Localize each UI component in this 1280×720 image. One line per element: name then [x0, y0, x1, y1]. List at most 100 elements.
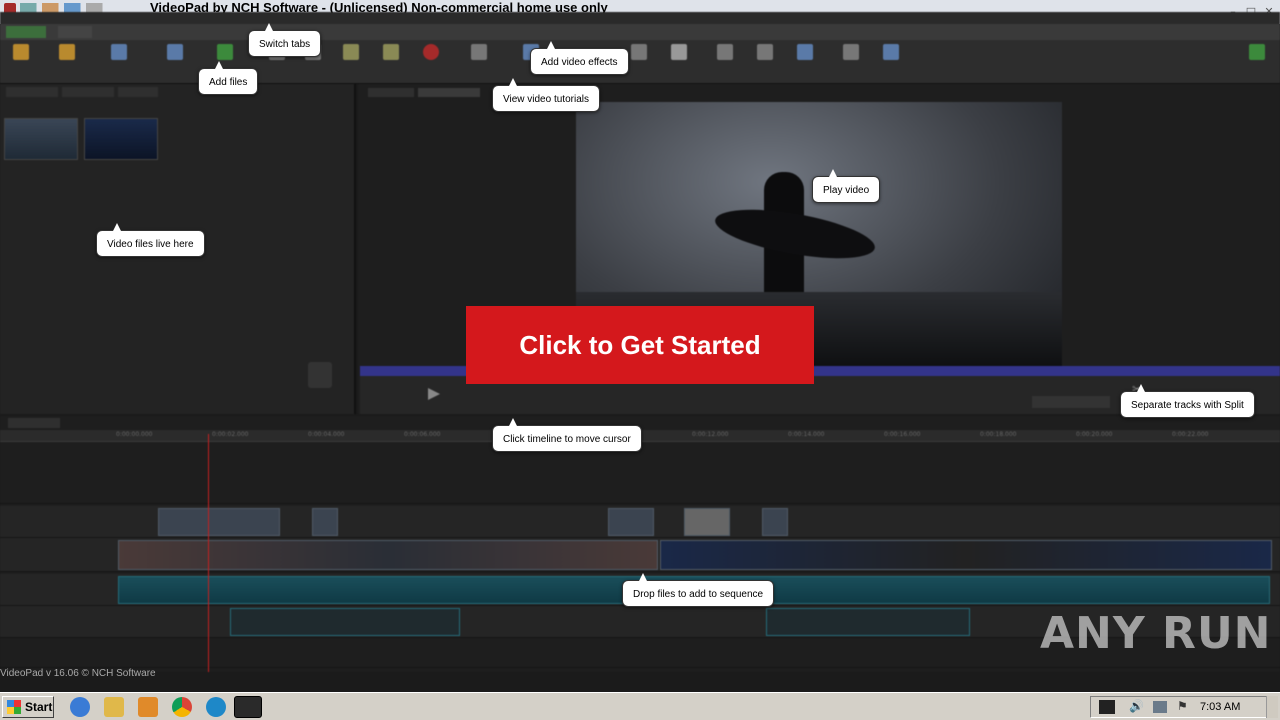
sequence-tab[interactable] [8, 418, 60, 428]
trim-icon [717, 44, 733, 60]
app-subtitle-bar [0, 12, 1280, 24]
add-narration-button[interactable] [460, 44, 498, 82]
toolbar-ribbon [0, 40, 1280, 84]
tooltip-view-video-tutorials: View video tutorials [492, 78, 600, 112]
ruler-tick: 0:00:12.000 [692, 431, 729, 438]
record-icon [423, 44, 439, 60]
tab-video-files[interactable] [6, 87, 58, 97]
media-thumbnail-1[interactable] [4, 118, 78, 160]
tab-effects[interactable] [176, 26, 206, 38]
cart-icon [883, 44, 899, 60]
record-button[interactable] [412, 44, 450, 82]
volume-icon[interactable]: 🔊 [1129, 699, 1145, 715]
folder-icon [13, 44, 29, 60]
tab-audio-files[interactable] [62, 87, 114, 97]
text-icon [343, 44, 359, 60]
tooltip-add-video-effects: Add video effects [530, 41, 629, 75]
ruler-tick: 0:00:18.000 [980, 431, 1017, 438]
ruler-tick: 0:00:02.000 [212, 431, 249, 438]
edge-icon[interactable] [206, 697, 226, 717]
tooltip-drop-files: Drop files to add to sequence [622, 573, 775, 607]
ruler-tick: 0:00:16.000 [884, 431, 921, 438]
save-project-button[interactable] [100, 44, 138, 82]
sequence-preview-tab[interactable] [418, 88, 480, 97]
export-video-button[interactable] [156, 44, 194, 82]
tab-sequence[interactable] [134, 26, 168, 38]
suite-icon [1249, 44, 1265, 60]
export-icon [167, 44, 183, 60]
ruler-tick: 0:00:00.000 [116, 431, 153, 438]
save-icon [111, 44, 127, 60]
video-clip[interactable] [762, 508, 788, 536]
ruler-tick: 0:00:06.000 [404, 431, 441, 438]
tooltip-switch-tabs: Switch tabs [248, 23, 322, 57]
add-files-icon [217, 44, 233, 60]
tooltip-separate-tracks: Separate tracks with Split [1120, 384, 1255, 418]
tab-audio[interactable] [218, 26, 242, 38]
add-title-button[interactable] [372, 44, 410, 82]
clip-preview-tab[interactable] [368, 88, 414, 97]
transition-button[interactable] [660, 44, 698, 82]
flag-icon[interactable]: ⚑ [1177, 699, 1191, 715]
open-button[interactable] [2, 44, 40, 82]
explorer-icon[interactable] [104, 697, 124, 717]
start-button[interactable]: Start [2, 696, 54, 718]
ruler-tick: 0:00:04.000 [308, 431, 345, 438]
ie-icon[interactable] [70, 697, 90, 717]
video-clip[interactable] [660, 540, 1272, 570]
tooltip-play-video: Play video [812, 169, 881, 203]
windows-logo-icon [7, 700, 21, 714]
title-icon [383, 44, 399, 60]
audio-clip[interactable] [766, 608, 970, 636]
clock: 7:03 AM [1200, 701, 1241, 713]
tab-images[interactable] [118, 87, 158, 97]
tab-home[interactable] [58, 26, 92, 38]
tooltip-video-files-live-here: Video files live here [96, 223, 205, 257]
video-clip[interactable] [684, 508, 730, 536]
ruler-tick: 0:00:20.000 [1076, 431, 1113, 438]
ruler-tick: 0:00:14.000 [788, 431, 825, 438]
play-button[interactable] [428, 388, 440, 400]
transition-icon [671, 44, 687, 60]
subtitles-button[interactable] [786, 44, 824, 82]
timeline-cursor[interactable] [208, 434, 209, 672]
video-clip[interactable] [158, 508, 280, 536]
overlay-drop-zone[interactable] [0, 444, 1280, 504]
templates-icon [59, 44, 75, 60]
video-clip[interactable] [118, 540, 658, 570]
video-track-1[interactable] [0, 538, 1280, 572]
audio-effects-icon [631, 44, 647, 60]
media-icon[interactable] [138, 697, 158, 717]
buy-online-button[interactable] [872, 44, 910, 82]
taskbar: Start 🔊 ⚑ 7:03 AM [0, 692, 1280, 720]
start-label: Start [25, 700, 53, 714]
video-clip[interactable] [312, 508, 338, 536]
camera-icon [308, 362, 332, 388]
add-text-button[interactable] [332, 44, 370, 82]
ruler-tick: 0:00:22.000 [1172, 431, 1209, 438]
tooltip-click-timeline: Click timeline to move cursor [492, 418, 642, 452]
templates-button[interactable] [48, 44, 86, 82]
audio-clip[interactable] [230, 608, 460, 636]
menu-bar [0, 24, 1280, 40]
network-icon[interactable] [1153, 701, 1167, 713]
tray-app-icon[interactable] [1099, 700, 1115, 714]
trim-button[interactable] [706, 44, 744, 82]
show-desktop-button[interactable] [1266, 696, 1278, 718]
videopad-icon[interactable] [234, 696, 262, 718]
tab-clips[interactable] [104, 26, 124, 38]
tooltip-add-files: Add files [198, 61, 259, 95]
chrome-icon[interactable] [172, 697, 192, 717]
anyrun-watermark: ANY RUN [1040, 608, 1272, 659]
get-started-button[interactable]: Click to Get Started [466, 306, 814, 384]
video-track-2[interactable] [0, 506, 1280, 538]
delete-button[interactable] [746, 44, 784, 82]
options-button[interactable] [832, 44, 870, 82]
subtitles-icon [797, 44, 813, 60]
menu-button[interactable] [6, 26, 46, 38]
aspect-ratio-select[interactable] [1032, 396, 1110, 408]
media-thumbnail-2[interactable] [84, 118, 158, 160]
options-icon [843, 44, 859, 60]
nch-suite-button[interactable] [1238, 44, 1276, 82]
video-clip[interactable] [608, 508, 654, 536]
